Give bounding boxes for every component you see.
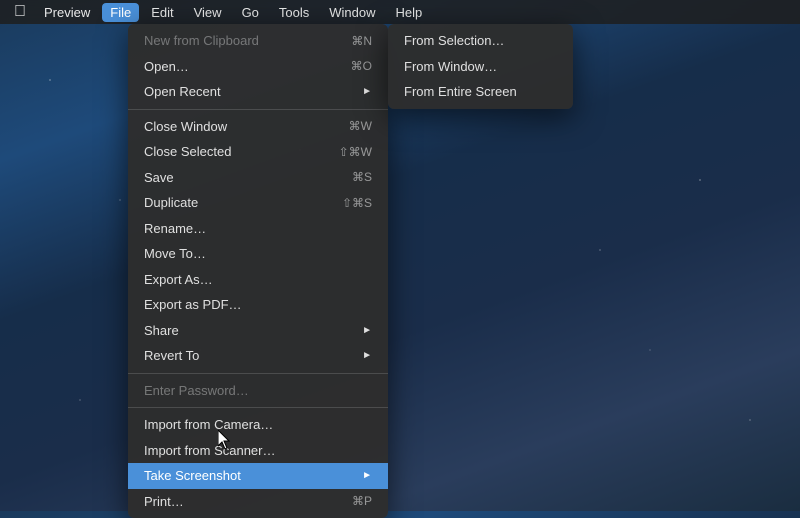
menu-item-open[interactable]: Open… ⌘O <box>128 54 388 80</box>
screenshot-submenu: From Selection… From Window… From Entire… <box>388 24 573 109</box>
menubar-help[interactable]: Help <box>388 3 431 22</box>
menu-label: Export As… <box>144 270 213 290</box>
menu-label: From Entire Screen <box>404 82 517 102</box>
menubar-window[interactable]: Window <box>321 3 383 22</box>
menu-label: Open… <box>144 57 189 77</box>
screenshot-from-entire-screen[interactable]: From Entire Screen <box>388 79 573 105</box>
menu-shortcut: ⌘N <box>351 32 372 50</box>
menu-item-duplicate[interactable]: Duplicate ⇧⌘S <box>128 190 388 216</box>
menu-label: Rename… <box>144 219 206 239</box>
menu-shortcut: ⌘P <box>352 492 372 510</box>
menu-item-move-to[interactable]: Move To… <box>128 241 388 267</box>
menu-item-export-pdf[interactable]: Export as PDF… <box>128 292 388 318</box>
menubar-preview[interactable]: Preview <box>36 3 98 22</box>
menu-item-export-as[interactable]: Export As… <box>128 267 388 293</box>
submenu-arrow-icon: ► <box>362 323 372 338</box>
menu-label: Close Window <box>144 117 227 137</box>
menu-label: Export as PDF… <box>144 295 242 315</box>
menu-label: Save <box>144 168 174 188</box>
menu-separator-1 <box>128 109 388 110</box>
submenu-arrow-icon: ► <box>362 468 372 483</box>
menu-label: Revert To <box>144 346 199 366</box>
menu-item-revert-to[interactable]: Revert To ► <box>128 343 388 369</box>
menu-item-import-camera[interactable]: Import from Camera… <box>128 412 388 438</box>
menu-item-import-scanner[interactable]: Import from Scanner… <box>128 438 388 464</box>
menu-item-print[interactable]: Print… ⌘P <box>128 489 388 515</box>
menu-shortcut: ⇧⌘W <box>339 143 372 161</box>
menu-label: Import from Camera… <box>144 415 273 435</box>
menu-label: Print… <box>144 492 184 512</box>
menu-shortcut: ⌘S <box>352 168 372 186</box>
menu-label: From Selection… <box>404 31 504 51</box>
menu-item-take-screenshot[interactable]: Take Screenshot ► <box>128 463 388 489</box>
menubar-tools[interactable]: Tools <box>271 3 317 22</box>
submenu-arrow-icon: ► <box>362 84 372 99</box>
menu-label: Share <box>144 321 179 341</box>
apple-menu[interactable]:  <box>8 1 32 23</box>
menubar-edit[interactable]: Edit <box>143 3 181 22</box>
menu-separator-3 <box>128 407 388 408</box>
screenshot-from-window[interactable]: From Window… <box>388 54 573 80</box>
menu-item-save[interactable]: Save ⌘S <box>128 165 388 191</box>
menu-label: Duplicate <box>144 193 198 213</box>
menu-label: Enter Password… <box>144 381 249 401</box>
menu-label: Move To… <box>144 244 206 264</box>
menu-label: Open Recent <box>144 82 221 102</box>
menu-item-share[interactable]: Share ► <box>128 318 388 344</box>
screenshot-from-selection[interactable]: From Selection… <box>388 28 573 54</box>
file-menu-dropdown: New from Clipboard ⌘N Open… ⌘O Open Rece… <box>128 24 388 518</box>
submenu-arrow-icon: ► <box>362 348 372 363</box>
menu-item-rename[interactable]: Rename… <box>128 216 388 242</box>
menubar-go[interactable]: Go <box>234 3 267 22</box>
menu-label: Import from Scanner… <box>144 441 276 461</box>
menu-item-close-window[interactable]: Close Window ⌘W <box>128 114 388 140</box>
menu-label: From Window… <box>404 57 497 77</box>
menu-label: Take Screenshot <box>144 466 241 486</box>
menu-item-close-selected[interactable]: Close Selected ⇧⌘W <box>128 139 388 165</box>
menu-shortcut: ⌘O <box>351 57 372 75</box>
menu-shortcut: ⇧⌘S <box>342 194 372 212</box>
menu-label: Close Selected <box>144 142 231 162</box>
menu-separator-2 <box>128 373 388 374</box>
menu-item-open-recent[interactable]: Open Recent ► <box>128 79 388 105</box>
menubar-view[interactable]: View <box>186 3 230 22</box>
menubar-file[interactable]: File <box>102 3 139 22</box>
menu-item-new-from-clipboard[interactable]: New from Clipboard ⌘N <box>128 28 388 54</box>
menubar:  Preview File Edit View Go Tools Window… <box>0 0 800 24</box>
menu-item-enter-password[interactable]: Enter Password… <box>128 378 388 404</box>
menu-label: New from Clipboard <box>144 31 259 51</box>
menu-shortcut: ⌘W <box>349 117 372 135</box>
